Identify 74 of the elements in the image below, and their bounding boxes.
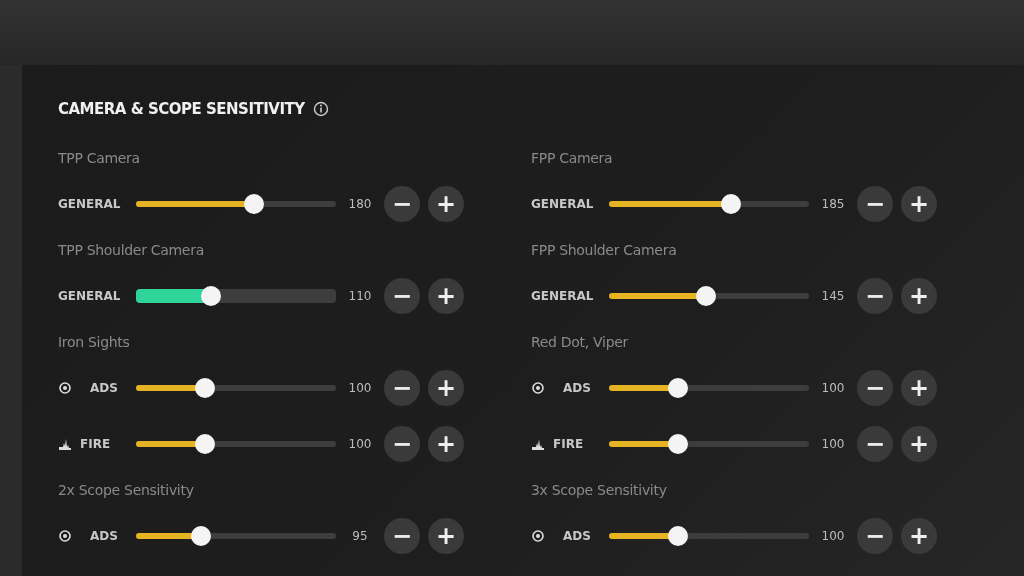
section-label: TPP Camera [58,149,141,168]
slider-thumb[interactable] [721,194,741,214]
slider-value: 100 [347,380,373,397]
minus-button[interactable]: − [857,186,893,222]
slider-value: 100 [347,436,373,453]
slider-value: 110 [347,288,373,305]
minus-button[interactable]: − [384,518,420,554]
panel-title: CAMERA & SCOPE SENSITIVITY [58,99,305,120]
minus-button[interactable]: − [384,370,420,406]
plus-button[interactable]: + [901,278,937,314]
slider-track[interactable] [136,378,336,398]
slider-label: ADS [563,528,591,545]
slider-value: 185 [820,196,846,213]
slider-track[interactable] [136,194,336,214]
crosshair-icon [531,529,545,543]
slider-track[interactable] [136,286,336,306]
slider-value: 100 [820,528,846,545]
slider-thumb[interactable] [244,194,264,214]
minus-button[interactable]: − [384,186,420,222]
slider-track[interactable] [136,526,336,546]
plus-button[interactable]: + [901,426,937,462]
slider-thumb[interactable] [195,434,215,454]
minus-button[interactable]: − [857,278,893,314]
section-label: Iron Sights [58,333,131,352]
plus-button[interactable]: + [428,518,464,554]
slider-label: GENERAL [531,288,594,305]
section-label: 2x Scope Sensitivity [58,481,195,500]
plus-button[interactable]: + [901,518,937,554]
plus-button[interactable]: + [428,186,464,222]
slider-label: ADS [90,380,118,397]
slider-track[interactable] [609,434,809,454]
slider-value: 145 [820,288,846,305]
minus-button[interactable]: − [857,370,893,406]
plus-button[interactable]: + [901,186,937,222]
slider-track[interactable] [136,434,336,454]
slider-thumb[interactable] [201,286,221,306]
slider-thumb[interactable] [191,526,211,546]
slider-label: GENERAL [58,196,121,213]
crosshair-icon [58,381,72,395]
minus-button[interactable]: − [384,426,420,462]
slider-thumb[interactable] [668,526,688,546]
plus-button[interactable]: + [428,278,464,314]
minus-button[interactable]: − [857,518,893,554]
section-label: Red Dot, Viper [531,333,630,352]
info-icon[interactable] [312,101,329,117]
slider-value: 95 [351,528,369,545]
slider-value: 100 [820,380,846,397]
slider-track[interactable] [609,194,809,214]
slider-label: ADS [563,380,591,397]
slider-track[interactable] [609,526,809,546]
slider-value: 100 [820,436,846,453]
slider-thumb[interactable] [195,378,215,398]
slider-thumb[interactable] [696,286,716,306]
slider-label: GENERAL [58,288,121,305]
minus-button[interactable]: − [384,278,420,314]
slider-label: FIRE [553,436,584,453]
plus-button[interactable]: + [901,370,937,406]
section-label: FPP Shoulder Camera [531,241,678,260]
section-label: FPP Camera [531,149,614,168]
minus-button[interactable]: − [857,426,893,462]
slider-value: 180 [347,196,373,213]
section-label: TPP Shoulder Camera [58,241,205,260]
slider-thumb[interactable] [668,378,688,398]
section-label: 3x Scope Sensitivity [531,481,668,500]
slider-label: ADS [90,528,118,545]
plus-button[interactable]: + [428,426,464,462]
crosshair-icon [58,529,72,543]
slider-label: FIRE [80,436,111,453]
slider-track[interactable] [609,286,809,306]
slider-thumb[interactable] [668,434,688,454]
crosshair-icon [531,381,545,395]
plus-button[interactable]: + [428,370,464,406]
slider-track[interactable] [609,378,809,398]
slider-label: GENERAL [531,196,594,213]
